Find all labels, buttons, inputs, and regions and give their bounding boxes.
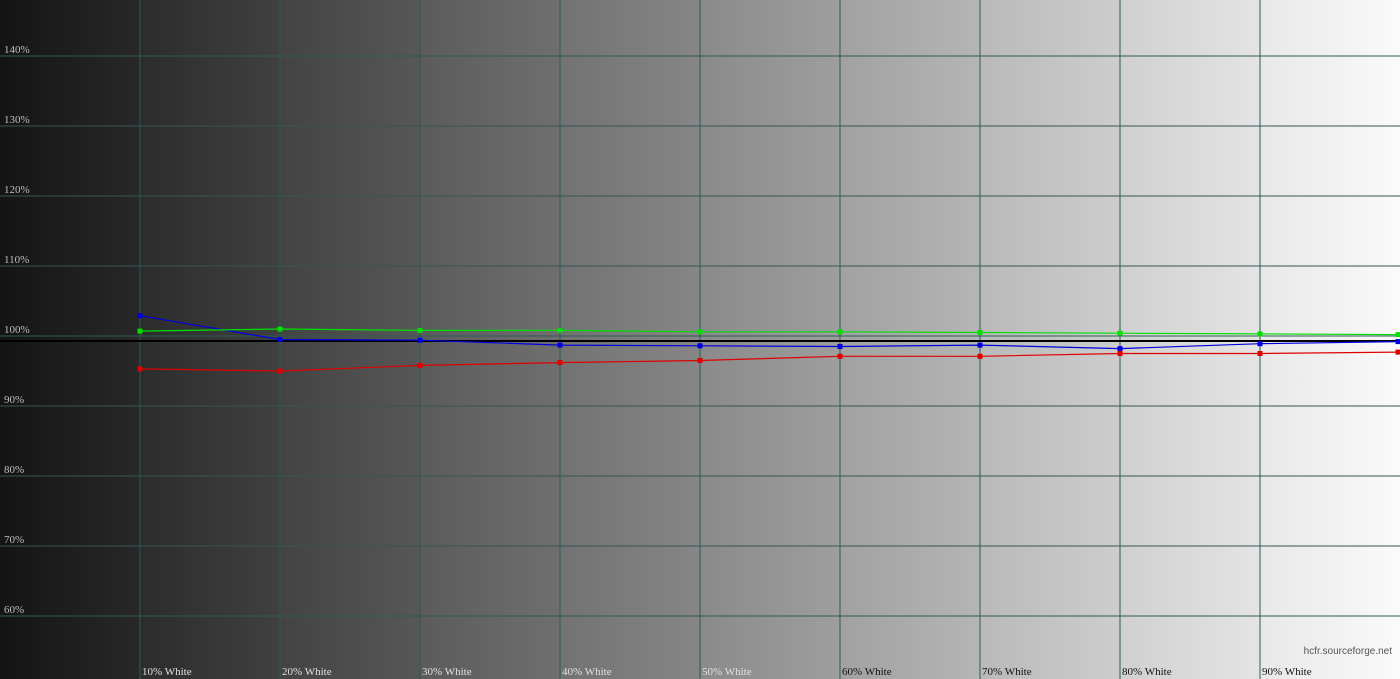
- data-point: [557, 360, 563, 366]
- data-point: [977, 342, 983, 348]
- background-band: [980, 0, 1120, 679]
- background-band: [560, 0, 700, 679]
- data-point: [1117, 330, 1123, 336]
- background-band: [700, 0, 840, 679]
- background-band: [0, 0, 140, 679]
- calibration-chart: 60% 70% 80% 90% 100% 110% 120% 130% 140% 10% Whi…: [0, 0, 1400, 679]
- y-tick-label: 110%: [4, 254, 29, 266]
- data-point: [697, 358, 703, 363]
- data-point: [1395, 332, 1400, 338]
- data-point: [837, 329, 843, 335]
- data-point: [1395, 349, 1400, 355]
- y-tick-label: 80%: [4, 464, 24, 476]
- data-point: [417, 337, 423, 343]
- data-point: [697, 343, 703, 349]
- x-tick-label: 40% White: [562, 666, 612, 678]
- y-tick-label: 100%: [4, 324, 30, 336]
- background-band: [140, 0, 280, 679]
- data-point: [977, 330, 983, 335]
- data-point: [417, 327, 423, 333]
- data-point: [1117, 346, 1123, 352]
- x-tick-label: 50% White: [702, 666, 752, 678]
- y-tick-label: 90%: [4, 394, 24, 406]
- watermark-text: hcfr.sourceforge.net: [1304, 646, 1393, 657]
- data-point: [277, 337, 283, 342]
- data-point: [277, 368, 283, 374]
- background-band: [420, 0, 560, 679]
- chart-canvas: 60% 70% 80% 90% 100% 110% 120% 130% 140% 10% Whi…: [0, 0, 1400, 679]
- x-tick-label: 80% White: [1122, 666, 1172, 678]
- data-point: [137, 328, 143, 334]
- data-point: [1117, 351, 1123, 356]
- y-tick-label: 60%: [4, 604, 24, 616]
- data-point: [137, 366, 143, 372]
- data-point: [1257, 341, 1263, 347]
- x-tick-label: 10% White: [142, 666, 192, 678]
- data-point: [557, 327, 563, 333]
- y-tick-label: 130%: [4, 114, 30, 126]
- data-point: [977, 353, 983, 359]
- x-tick-label: 30% White: [422, 666, 472, 678]
- data-point: [417, 362, 423, 368]
- data-point: [277, 326, 283, 332]
- data-point: [1257, 331, 1263, 337]
- data-point: [697, 329, 703, 335]
- x-tick-label: 20% White: [282, 666, 332, 678]
- y-tick-label: 140%: [4, 44, 30, 56]
- data-point: [837, 344, 843, 349]
- background-band: [840, 0, 980, 679]
- x-tick-label: 60% White: [842, 666, 892, 678]
- data-point: [137, 313, 143, 319]
- data-point: [1257, 351, 1263, 356]
- x-tick-label: 90% White: [1262, 666, 1312, 678]
- y-tick-label: 70%: [4, 534, 24, 546]
- y-tick-label: 120%: [4, 184, 30, 196]
- x-tick-labels: 10% White 20% White 30% White 40% White 50% …: [142, 666, 1312, 678]
- data-point: [1395, 339, 1400, 345]
- background-band: [1120, 0, 1260, 679]
- data-point: [837, 353, 843, 359]
- background-band: [1260, 0, 1400, 679]
- x-tick-label: 70% White: [982, 666, 1032, 678]
- data-point: [557, 342, 563, 348]
